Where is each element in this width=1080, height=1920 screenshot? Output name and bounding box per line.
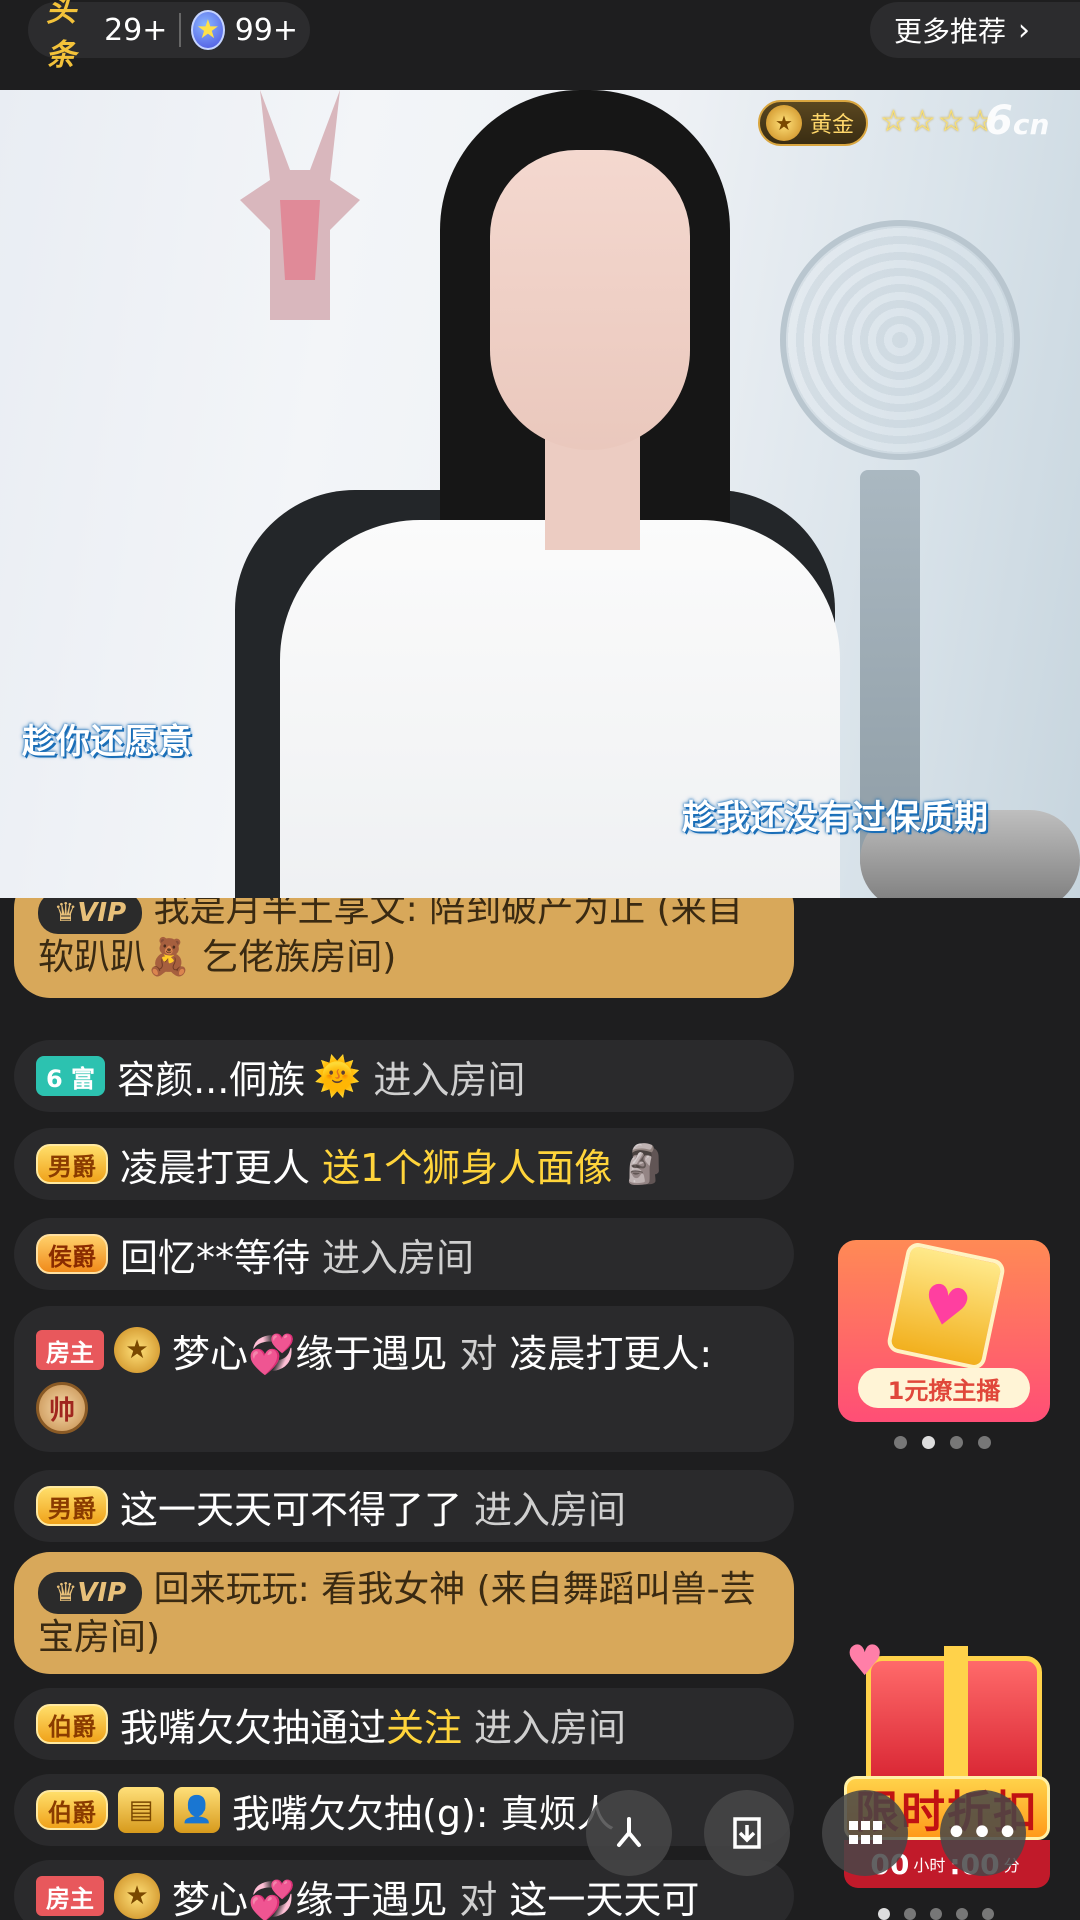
user-card-icon: 👤 — [174, 1787, 220, 1833]
vip-badge: ♛ VIP — [38, 1572, 143, 1614]
fan-decoration — [780, 220, 1020, 460]
chat-action: 进入房间 — [474, 1705, 627, 1750]
chat-connector: 对 — [459, 1877, 498, 1920]
gift-text: 送1个狮身人面像 — [322, 1145, 613, 1190]
chat-username[interactable]: 我嘴欠欠抽通过 — [120, 1697, 386, 1752]
more-icon: ••• — [944, 1810, 1022, 1856]
noble-badge: 男爵 — [36, 1144, 108, 1184]
giftbox-pager-dots — [878, 1908, 994, 1920]
more-recommend-label: 更多推荐 — [894, 15, 1007, 48]
pager-dot[interactable] — [894, 1436, 907, 1449]
streamer-face — [490, 150, 690, 450]
sphinx-gift-icon: 🗿 — [620, 1141, 668, 1186]
chat-username[interactable]: 凌晨打更人 — [120, 1137, 310, 1192]
chat-username[interactable]: 容颜...侗族 — [117, 1049, 305, 1104]
more-recommend-button[interactable]: 更多推荐 › — [870, 2, 1080, 58]
live-room-screen: 头条 29+ ★ 99+ 更多推荐 › ★ 黄金 ☆☆☆☆ 6cn 趁你还愿意 … — [0, 0, 1080, 1920]
divider — [179, 13, 182, 47]
grid-menu-icon — [849, 1821, 882, 1844]
noble-badge: 伯爵 — [36, 1790, 108, 1830]
pager-dot-active[interactable] — [922, 1436, 935, 1449]
chat-message-text: 我是月半土享文: 陪到破产为止 (来自软趴趴🧸 乞佬族房间) — [38, 898, 743, 978]
crown-icon: ♛ — [54, 1578, 78, 1608]
chat-message-vip[interactable]: ♛ VIP 我是月半土享文: 陪到破产为止 (来自软趴趴🧸 乞佬族房间) — [14, 898, 794, 998]
share-button[interactable] — [586, 1790, 672, 1876]
star-icon: ★ — [191, 10, 225, 50]
share-icon — [617, 1817, 641, 1847]
chat-target-user[interactable]: 凌晨打更人: — [509, 1323, 712, 1378]
chevron-right-icon: › — [1018, 12, 1031, 48]
gold-bar-icon: ▤ — [118, 1787, 164, 1833]
chat-username[interactable]: 回忆**等待 — [120, 1227, 310, 1282]
noble-badge: 侯爵 — [36, 1234, 108, 1274]
chat-message-vip[interactable]: ♛ VIP 回来玩玩: 看我女神 (来自舞蹈叫兽-芸宝房间) — [14, 1552, 794, 1674]
sun-icon: 🌞 — [313, 1053, 361, 1098]
streamer-shirt — [280, 520, 840, 898]
chat-connector: 对 — [459, 1331, 498, 1376]
top-stats-pill[interactable]: 头条 29+ ★ 99+ — [28, 0, 310, 73]
chat-username[interactable]: 这一天天可不得了了 — [120, 1479, 462, 1534]
pager-dot[interactable] — [982, 1908, 994, 1920]
grid-menu-button[interactable] — [822, 1790, 908, 1876]
pager-dot[interactable] — [904, 1908, 916, 1920]
hearts-icon: ♥ — [846, 1636, 884, 1685]
host-level-badge[interactable]: ★ 黄金 — [758, 100, 869, 146]
chat-message[interactable]: 6 富 容颜...侗族 🌞 进入房间 — [14, 1040, 794, 1112]
download-button[interactable] — [704, 1790, 790, 1876]
chat-username[interactable]: 梦心💞缘于遇见 — [172, 1869, 447, 1920]
chat-text[interactable]: 我嘴欠欠抽(g): 真烦人 — [232, 1783, 615, 1838]
lyric-subtitle-right: 趁我还没有过保质期 — [682, 798, 988, 838]
pager-dot[interactable] — [930, 1908, 942, 1920]
promo-label: 1元撩主播 — [858, 1368, 1030, 1408]
chat-message[interactable]: 男爵 这一天天可不得了了 进入房间 — [14, 1470, 794, 1542]
owner-badge: 房主 — [36, 1330, 104, 1370]
chat-message-mention[interactable]: 房主 ★ 梦心💞缘于遇见 对 这一天天可 — [14, 1860, 794, 1920]
chat-message[interactable]: 侯爵 回忆**等待 进入房间 — [14, 1218, 794, 1290]
noble-badge: 男爵 — [36, 1486, 108, 1526]
chat-action: 进入房间 — [373, 1057, 526, 1102]
chat-feed[interactable]: ♛ VIP 我是月半土享文: 陪到破产为止 (来自软趴趴🧸 乞佬族房间) 6 富 … — [0, 898, 800, 1920]
chat-username[interactable]: 梦心💞缘于遇见 — [172, 1323, 447, 1378]
toutiao-logo: 头条 — [46, 0, 76, 73]
toutiao-count: 29+ — [104, 12, 168, 48]
pager-dot[interactable] — [956, 1908, 968, 1920]
chat-action: 进入房间 — [474, 1487, 627, 1532]
download-icon — [733, 1817, 761, 1849]
more-button[interactable]: ••• — [940, 1790, 1026, 1876]
promo-banner[interactable]: ♥ 1元撩主播 — [838, 1240, 1050, 1422]
chess-piece-icon: 帅 — [36, 1382, 88, 1434]
heart-card-icon: ♥ — [885, 1240, 1007, 1372]
top-bar: 头条 29+ ★ 99+ 更多推荐 › — [0, 0, 1080, 90]
deer-head-decoration — [240, 90, 360, 320]
chat-message[interactable]: 伯爵 ▤ 👤 我嘴欠欠抽(g): 真烦人 — [14, 1774, 794, 1846]
chat-target-user[interactable]: 这一天天可 — [509, 1869, 699, 1920]
chat-action: 进入房间 — [322, 1235, 475, 1280]
medal-icon: ★ — [114, 1873, 160, 1919]
pager-dot[interactable] — [950, 1436, 963, 1449]
brand-watermark: 6cn — [985, 98, 1050, 144]
rich-level-badge: 6 富 — [36, 1056, 106, 1096]
pager-dot[interactable] — [978, 1436, 991, 1449]
promo-pager-dots — [894, 1436, 991, 1449]
chat-message-text: 回来玩玩: 看我女神 (来自舞蹈叫兽-芸宝房间) — [38, 1569, 756, 1658]
live-video[interactable]: ★ 黄金 ☆☆☆☆ 6cn 趁你还愿意 趁我还没有过保质期 — [0, 90, 1080, 898]
host-level-label: 黄金 — [810, 113, 855, 138]
noble-badge: 伯爵 — [36, 1704, 108, 1744]
pager-dot-active[interactable] — [878, 1908, 890, 1920]
follow-text: 关注 — [386, 1705, 463, 1750]
crown-icon: ♛ — [54, 898, 78, 928]
host-level-stars: ☆☆☆☆ — [880, 104, 996, 139]
chat-message-mention[interactable]: 房主 ★ 梦心💞缘于遇见 对 凌晨打更人: 帅 — [14, 1306, 794, 1452]
chat-message-gift[interactable]: 男爵 凌晨打更人 送1个狮身人面像 🗿 — [14, 1128, 794, 1200]
star-count: 99+ — [234, 12, 298, 48]
owner-badge: 房主 — [36, 1876, 104, 1916]
vip-badge: ♛ VIP — [38, 898, 143, 934]
chat-message[interactable]: 伯爵 我嘴欠欠抽通过 关注 进入房间 — [14, 1688, 794, 1760]
medal-icon: ★ — [114, 1327, 160, 1373]
lyric-subtitle-left: 趁你还愿意 — [22, 722, 192, 762]
medal-icon: ★ — [766, 105, 802, 141]
